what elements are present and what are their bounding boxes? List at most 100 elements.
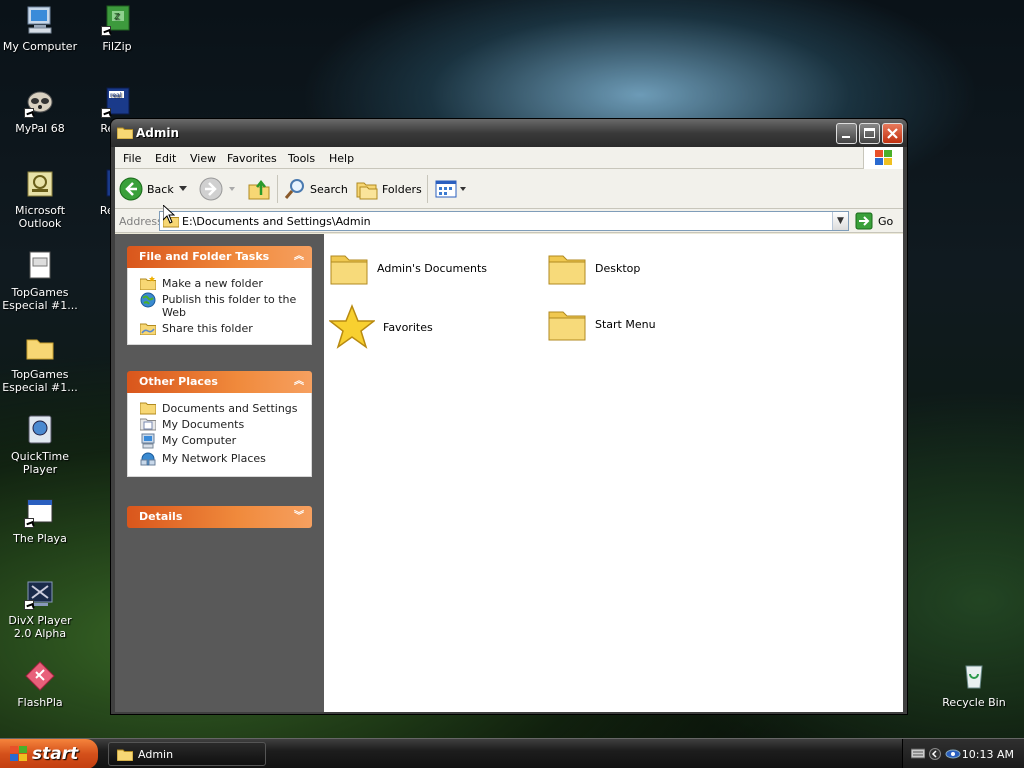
chevron-down-icon: ▼ (837, 216, 844, 226)
file-folder-tasks-panel: File and Folder Tasks ︽ Make a new folde… (127, 246, 312, 345)
explorer-window: Admin File Edit View Favorites Tools Hel… (110, 118, 908, 715)
desktop-icon-flashplayer[interactable]: FlashPla (0, 660, 80, 709)
details-panel: Details ︾ (127, 506, 312, 528)
up-folder-button[interactable] (247, 177, 271, 201)
mouse-cursor-icon (163, 205, 175, 224)
details-header[interactable]: Details ︾ (127, 506, 312, 528)
task-share-folder[interactable]: Share this folder (140, 322, 303, 335)
expand-chevron-icon[interactable]: ︾ (294, 506, 304, 528)
panel-title: Other Places (139, 375, 218, 388)
address-dropdown-button[interactable]: ▼ (832, 212, 848, 230)
back-dropdown-button[interactable] (179, 177, 187, 201)
place-label: My Computer (162, 434, 237, 447)
menu-help[interactable]: Help (329, 152, 354, 165)
new-folder-icon (140, 276, 156, 290)
folder-item[interactable]: Start Menu (547, 304, 656, 344)
desktop-icon-mypal[interactable]: MyPal 68 (0, 86, 80, 135)
desktop-icon-recycle-bin[interactable]: Recycle Bin (934, 660, 1014, 709)
other-places-body: Documents and Settings My Documents My C… (127, 393, 312, 477)
start-button[interactable]: start (0, 739, 98, 768)
place-label: My Documents (162, 418, 245, 431)
menu-view[interactable]: View (190, 152, 216, 165)
taskbar: start Admin 10:13 AM (0, 738, 1024, 768)
place-documents-and-settings[interactable]: Documents and Settings (140, 402, 303, 415)
desktop-icon-my-computer[interactable]: My Computer (0, 4, 80, 53)
taskbar-window-button[interactable]: Admin (108, 742, 266, 766)
desktop-icon-topgames-1[interactable]: TopGames Especial #1... (0, 250, 80, 312)
folder-item[interactable]: Desktop (547, 248, 640, 288)
tray-expand-icon[interactable] (929, 747, 941, 761)
standard-toolbar: Back Search Folders (115, 169, 903, 209)
menu-tools[interactable]: Tools (288, 152, 315, 165)
place-my-computer[interactable]: My Computer (140, 433, 303, 449)
folder-label: Desktop (595, 261, 641, 275)
other-places-header[interactable]: Other Places ︽ (127, 371, 312, 393)
toolbar-separator (277, 175, 278, 203)
search-button[interactable]: Search (283, 177, 348, 201)
star-icon (329, 304, 375, 349)
collapse-chevron-icon[interactable]: ︽ (294, 371, 304, 393)
folders-button[interactable]: Folders (355, 177, 422, 201)
keyboard-icon[interactable] (911, 747, 925, 759)
desktop-icon-filzip[interactable]: Z FilZip (77, 4, 157, 53)
collapse-chevron-icon[interactable]: ︽ (294, 246, 304, 268)
place-my-documents[interactable]: My Documents (140, 418, 303, 431)
go-label: Go (878, 214, 894, 228)
file-folder-tasks-header[interactable]: File and Folder Tasks ︽ (127, 246, 312, 268)
file-list-view: Admin's Documents Desktop Favorites Star… (324, 234, 903, 712)
folder-item[interactable]: Admin's Documents (329, 248, 487, 288)
views-button[interactable] (435, 177, 466, 201)
taskbar-window-label: Admin (138, 747, 174, 761)
desktop-icon-label: FlashPla (17, 696, 63, 709)
computer-icon (141, 433, 155, 449)
close-button[interactable] (882, 123, 903, 144)
windows-flag-icon (875, 150, 892, 165)
task-make-new-folder[interactable]: Make a new folder (140, 276, 303, 290)
back-label: Back (147, 182, 174, 196)
go-arrow-icon (855, 212, 873, 230)
address-input[interactable]: E:\Documents and Settings\Admin ▼ (159, 211, 849, 231)
desktop-icon-outlook[interactable]: Microsoft Outlook (0, 168, 80, 230)
desktop-icon-divx[interactable]: DivX Player 2.0 Alpha (0, 578, 80, 640)
views-icon (435, 180, 457, 198)
menu-favorites[interactable]: Favorites (227, 152, 277, 165)
window-titlebar[interactable]: Admin (111, 119, 907, 147)
place-label: Documents and Settings (162, 402, 298, 415)
task-label: Make a new folder (162, 277, 263, 290)
task-publish-folder[interactable]: Publish this folder to the Web (140, 292, 303, 319)
minimize-button[interactable] (836, 123, 857, 144)
go-button[interactable]: Go (855, 211, 893, 231)
task-label: Share this folder (162, 322, 253, 335)
place-my-network-places[interactable]: My Network Places (140, 452, 303, 467)
chevron-down-icon (229, 186, 235, 191)
menu-edit[interactable]: Edit (155, 152, 176, 165)
panel-title: File and Folder Tasks (139, 250, 270, 263)
forward-button[interactable] (199, 177, 235, 201)
desktop-icon-topgames-2[interactable]: TopGames Especial #1... (0, 332, 80, 394)
desktop-icon-label: My Computer (2, 40, 78, 53)
other-places-panel: Other Places ︽ Documents and Settings My… (127, 371, 312, 477)
back-button[interactable]: Back (119, 177, 174, 201)
tasks-pane: File and Folder Tasks ︽ Make a new folde… (115, 234, 324, 712)
folder-item[interactable]: Favorites (329, 304, 433, 350)
desktop-icon-quicktime[interactable]: QuickTime Player (0, 414, 80, 476)
address-bar: Address E:\Documents and Settings\Admin … (115, 209, 903, 233)
menu-file[interactable]: File (123, 152, 141, 165)
maximize-button[interactable] (859, 123, 880, 144)
folder-icon (548, 311, 586, 341)
folder-label: Favorites (383, 320, 433, 334)
network-status-icon[interactable] (945, 747, 961, 761)
raccoon-icon (24, 86, 56, 118)
windows-flag-icon (10, 746, 27, 761)
toolbar-separator (427, 175, 428, 203)
desktop-icon-the-playa[interactable]: The Playa (0, 496, 80, 545)
folders-icon (356, 182, 378, 200)
clock[interactable]: 10:13 AM (962, 748, 1014, 761)
shortcut-arrow-icon (24, 518, 34, 528)
menu-bar: File Edit View Favorites Tools Help (115, 147, 903, 169)
network-icon (140, 452, 156, 466)
up-folder-icon (248, 179, 270, 200)
desktop-icon-label: Recycle Bin (942, 696, 1006, 709)
file-folder-tasks-body: Make a new folder Publish this folder to… (127, 268, 312, 345)
chevron-down-icon (179, 186, 187, 191)
